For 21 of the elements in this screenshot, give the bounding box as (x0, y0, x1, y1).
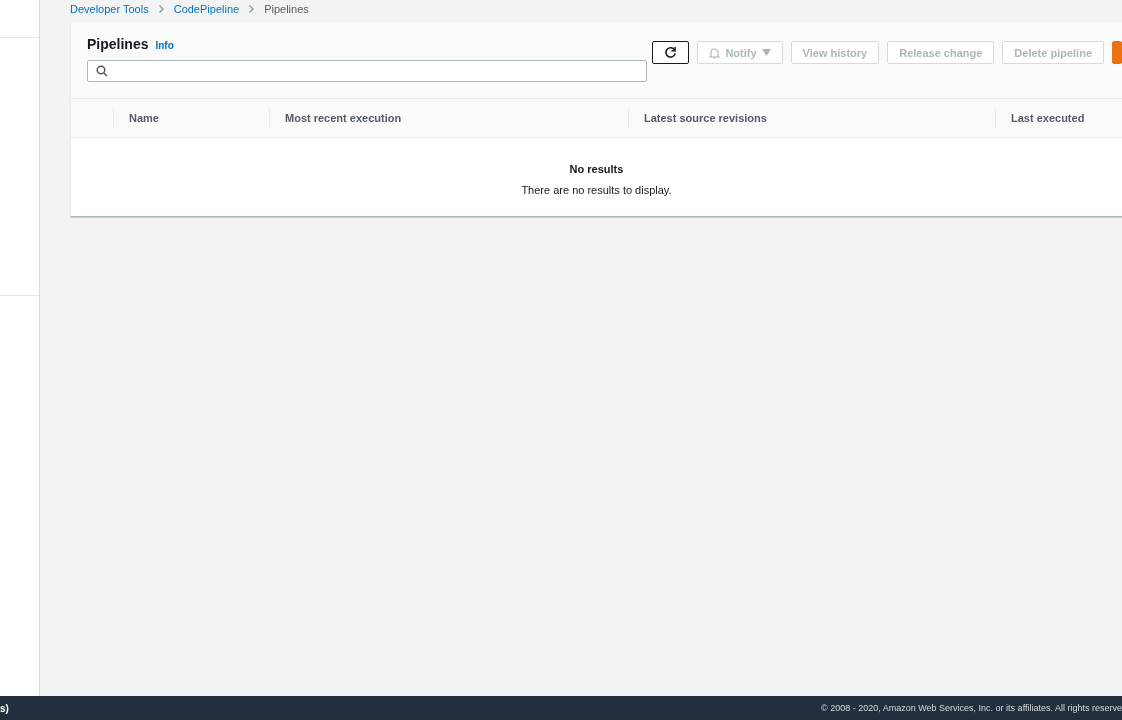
copyright-text: © 2008 - 2020, Amazon Web Services, Inc. or its affiliates. All rights reserve (821, 703, 1122, 713)
search-icon (96, 65, 108, 77)
chevron-icon (249, 5, 255, 13)
caret-icon (761, 49, 771, 56)
column-header[interactable]: Last executed (995, 108, 1122, 128)
refresh-button[interactable] (652, 41, 690, 64)
footer-text: s) (0, 702, 9, 714)
empty-title: No results (569, 163, 624, 175)
breadcrumb-current: Pipelines (264, 3, 309, 15)
primary-button[interactable] (1112, 41, 1122, 64)
breadcrumb-link[interactable]: CodePipeline (173, 3, 240, 15)
column-header[interactable]: Latest source revisions (628, 108, 995, 128)
panel-title: Pipelines (87, 36, 149, 52)
info-link[interactable]: Info (155, 40, 174, 51)
breadcrumb-link[interactable]: Developer Tools (70, 3, 149, 15)
column-header[interactable]: Most recent execution (269, 108, 628, 128)
column-header[interactable]: Name (113, 108, 269, 128)
chevron-icon (158, 5, 164, 13)
empty-message: There are no results to display. (521, 184, 672, 196)
bell-icon (709, 46, 721, 59)
refresh-icon (664, 46, 678, 59)
